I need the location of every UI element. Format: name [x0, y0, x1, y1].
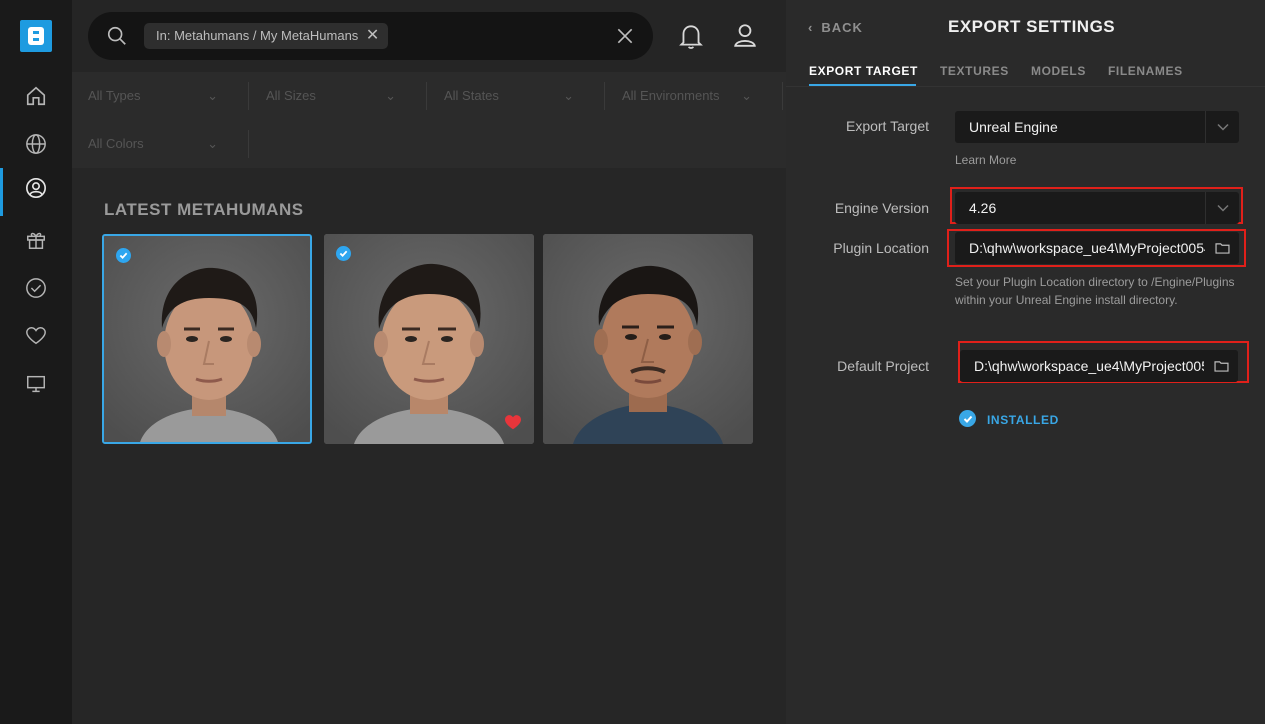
divider — [604, 82, 605, 110]
chevron-down-icon: ⌄ — [207, 88, 218, 103]
main-content: In: Metahumans / My MetaHumans ✕ All Typ… — [72, 0, 786, 724]
heart-icon[interactable] — [22, 322, 50, 350]
installed-check-icon — [959, 410, 976, 427]
metahuman-portrait — [543, 234, 753, 444]
search-icon[interactable] — [106, 25, 128, 52]
chevron-down-icon: ⌄ — [741, 88, 752, 103]
clear-search-icon[interactable] — [615, 26, 635, 51]
export-settings-panel: ‹ BACK EXPORT SETTINGS EXPORT TARGET TEXT… — [786, 0, 1265, 724]
filter-environments-label: All Environments — [622, 88, 720, 103]
metahuman-portrait — [104, 236, 310, 442]
selected-check-icon[interactable] — [336, 246, 351, 261]
learn-more-link[interactable]: Learn More — [955, 151, 1016, 169]
home-icon[interactable] — [22, 82, 50, 110]
account-icon[interactable] — [732, 22, 758, 53]
nav-active-indicator — [0, 168, 3, 216]
filter-states[interactable]: All States ⌄ — [444, 72, 586, 120]
search-bar[interactable]: In: Metahumans / My MetaHumans ✕ — [88, 12, 653, 60]
divider — [426, 82, 427, 110]
monitor-icon[interactable] — [22, 370, 50, 398]
plugin-location-value: D:\qhw\workspace_ue4\MyProject0054 — [969, 240, 1212, 256]
back-button[interactable]: ‹ BACK — [808, 20, 863, 35]
chevron-down-icon: ⌄ — [207, 136, 218, 151]
plugin-location-hint: Set your Plugin Location directory to /E… — [955, 275, 1235, 307]
export-target-label: Export Target — [845, 118, 929, 134]
active-tab-underline — [809, 84, 916, 86]
engine-version-label: Engine Version — [834, 200, 929, 216]
globe-icon[interactable] — [22, 130, 50, 158]
metahuman-card[interactable] — [102, 234, 312, 444]
filter-bar: All Types ⌄ All Sizes ⌄ All States ⌄ All En… — [72, 72, 786, 168]
installed-status: INSTALLED — [987, 413, 1059, 427]
filter-environments[interactable]: All Environments ⌄ — [622, 72, 764, 120]
export-target-value: Unreal Engine — [969, 119, 1058, 135]
export-target-select[interactable]: Unreal Engine — [955, 111, 1239, 143]
folder-icon[interactable] — [1204, 350, 1238, 382]
chevron-down-icon — [1205, 192, 1239, 224]
gift-icon[interactable] — [22, 226, 50, 254]
metahuman-portrait — [324, 234, 534, 444]
chevron-down-icon: ⌄ — [385, 88, 396, 103]
folder-icon[interactable] — [1205, 232, 1239, 264]
filter-sizes[interactable]: All Sizes ⌄ — [266, 72, 408, 120]
bridge-logo[interactable] — [20, 20, 52, 52]
chevron-down-icon: ⌄ — [563, 88, 574, 103]
chevron-left-icon: ‹ — [808, 20, 814, 35]
check-circle-icon[interactable] — [22, 274, 50, 302]
metahuman-card[interactable] — [543, 234, 753, 444]
back-label: BACK — [821, 20, 863, 35]
section-title: LATEST METAHUMANS — [104, 200, 304, 219]
filter-types[interactable]: All Types ⌄ — [88, 72, 230, 120]
chevron-down-icon — [1205, 111, 1239, 143]
tab-export-target[interactable]: EXPORT TARGET — [809, 64, 918, 78]
bell-icon[interactable] — [678, 22, 704, 55]
filter-types-label: All Types — [88, 88, 141, 103]
metahuman-card[interactable] — [324, 234, 534, 444]
filter-colors-label: All Colors — [88, 136, 144, 151]
user-icon[interactable] — [22, 174, 50, 202]
favorite-heart-icon[interactable] — [504, 414, 522, 435]
tab-models[interactable]: MODELS — [1031, 64, 1086, 78]
divider — [248, 130, 249, 158]
engine-version-value: 4.26 — [969, 200, 997, 216]
tab-textures[interactable]: TEXTURES — [940, 64, 1009, 78]
search-filter-chip[interactable]: In: Metahumans / My MetaHumans ✕ — [144, 23, 389, 49]
chip-close-icon[interactable]: ✕ — [366, 23, 379, 49]
plugin-location-label: Plugin Location — [833, 240, 929, 256]
plugin-location-input[interactable]: D:\qhw\workspace_ue4\MyProject0054 — [955, 232, 1239, 264]
engine-version-select[interactable]: 4.26 — [955, 192, 1239, 224]
panel-title: EXPORT SETTINGS — [948, 17, 1116, 36]
search-filter-chip-label: In: Metahumans / My MetaHumans — [156, 28, 359, 43]
tab-filenames[interactable]: FILENAMES — [1108, 64, 1183, 78]
filter-states-label: All States — [444, 88, 499, 103]
default-project-value: D:\qhw\workspace_ue4\MyProject0054 — [974, 358, 1217, 374]
filter-colors[interactable]: All Colors ⌄ — [88, 120, 230, 168]
divider — [782, 82, 783, 110]
default-project-label: Default Project — [837, 358, 929, 374]
selected-check-icon[interactable] — [116, 248, 131, 263]
filter-sizes-label: All Sizes — [266, 88, 316, 103]
top-bar: In: Metahumans / My MetaHumans ✕ — [72, 0, 786, 72]
sidebar — [0, 0, 72, 724]
tab-divider — [786, 86, 1265, 87]
divider — [248, 82, 249, 110]
default-project-input[interactable]: D:\qhw\workspace_ue4\MyProject0054 — [960, 350, 1238, 382]
